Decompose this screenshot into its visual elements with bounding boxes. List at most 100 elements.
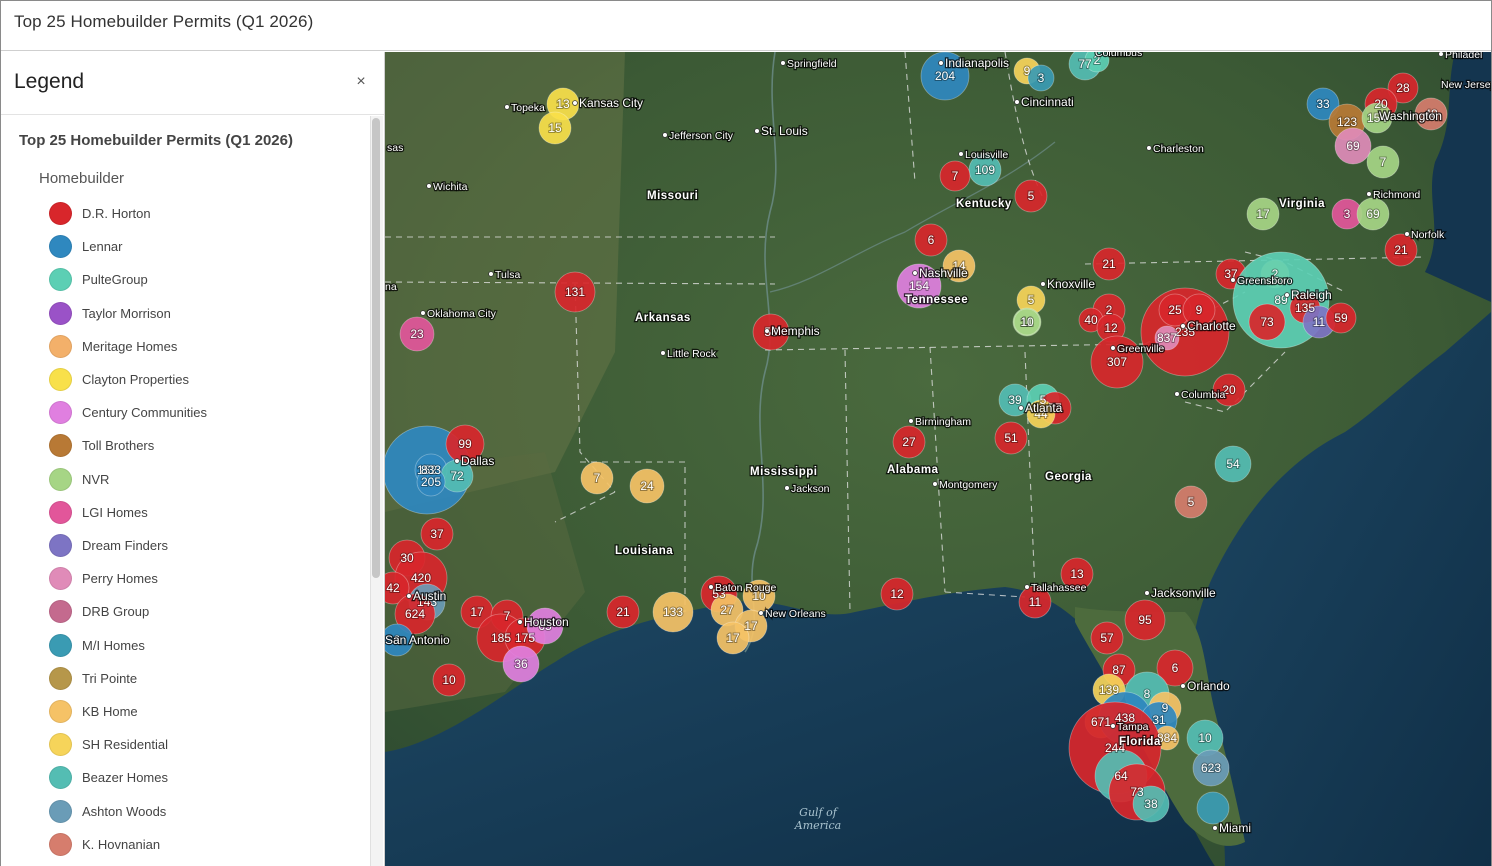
city-dot (1284, 292, 1290, 298)
map-view[interactable]: Gulf of America 204 9 3 77 2 13 15 28 33 20 123 154… (385, 52, 1491, 866)
city-dot (958, 151, 964, 157)
city-dot (932, 481, 938, 487)
permit-bubble-label: 69 (1366, 207, 1380, 221)
permit-bubble-label: 7 (504, 609, 511, 623)
place-label: Wichita (433, 181, 468, 193)
permit-bubble-label: 31 (1152, 713, 1166, 727)
legend-swatch-icon (49, 633, 72, 657)
legend-item-label: Toll Brothers (82, 438, 155, 454)
permit-bubble-label: 39 (1008, 393, 1022, 407)
legend-item-label: DRB Group (82, 604, 150, 620)
permit-bubble[interactable] (1196, 791, 1230, 825)
city-dot (572, 100, 578, 106)
legend-scroll-thumb[interactable] (372, 118, 380, 578)
place-label: Charleston (1153, 143, 1204, 155)
permit-bubble-label: 623 (1201, 761, 1221, 775)
legend-item: Perry Homes (49, 566, 349, 592)
place-label: San Antonio (385, 633, 450, 647)
permit-bubble-label: 21 (1102, 257, 1116, 271)
legend-swatch-icon (49, 301, 72, 325)
close-icon[interactable]: × (351, 72, 371, 92)
permit-bubble-label: 33 (1316, 97, 1330, 111)
legend-item: Dream Finders (49, 533, 349, 559)
permit-bubble-label: 133 (663, 605, 683, 619)
legend-item: Tri Pointe (49, 666, 349, 692)
legend-item: PulteGroup (49, 267, 349, 293)
legend-item-label: Lennar (82, 239, 123, 255)
place-label: Columbus (1095, 52, 1142, 59)
permit-bubble-label: 9 (1024, 64, 1031, 78)
city-dot (758, 610, 764, 616)
permit-bubble-label: 3 (1344, 207, 1351, 221)
permit-bubble-label: 671 (1091, 715, 1111, 729)
place-label: Birmingham (915, 416, 971, 428)
permit-bubble-label: 25 (1168, 303, 1182, 317)
legend-item: Clayton Properties (49, 367, 349, 393)
legend-swatch-icon (49, 434, 72, 458)
permit-bubble-label: 139 (1099, 683, 1119, 697)
permit-bubble-label: 73 (1260, 315, 1274, 329)
legend-item: D.R. Horton (49, 201, 349, 227)
permit-bubble-label: 21 (1394, 243, 1408, 257)
legend-item-label: Dream Finders (82, 538, 168, 553)
permit-bubble-label: 131 (565, 285, 585, 299)
city-dot (1230, 277, 1236, 283)
permit-bubble-label: 28 (1396, 81, 1410, 95)
city-dot (1110, 723, 1116, 729)
place-label: Jacksonville (1151, 586, 1216, 600)
legend-item-label: Beazer Homes (82, 770, 168, 786)
place-label: Cincinnati (1021, 95, 1074, 109)
permit-bubble-label: 10 (1198, 731, 1212, 745)
place-label: Memphis (771, 324, 820, 338)
place-label: Greenville (1117, 343, 1164, 355)
permit-bubble-label: 17 (470, 605, 484, 619)
legend-swatch-icon (49, 600, 72, 624)
place-label: Jefferson City (669, 130, 734, 142)
city-dot (1438, 52, 1444, 57)
permit-bubble-label: 13 (556, 97, 570, 111)
permit-bubble-label: 8 (1144, 687, 1151, 701)
place-label: Norfolk (1411, 229, 1445, 241)
legend-swatch-icon (49, 467, 72, 491)
legend-swatch-icon (49, 766, 72, 790)
permit-bubble-label: 123 (1337, 115, 1357, 129)
legend-swatch-icon (49, 368, 72, 391)
place-label: Orlando (1187, 679, 1230, 693)
legend-panel: Legend × Top 25 Homebuilder Permits (Q1 … (1, 52, 385, 866)
permit-bubble-label: 5 (1188, 495, 1195, 509)
legend-item-label: D.R. Horton (82, 206, 151, 221)
place-label: Tulsa (495, 269, 520, 281)
place-label: Topeka (511, 102, 545, 114)
city-dot (784, 485, 790, 491)
legend-swatch-icon (49, 700, 72, 723)
permit-bubble-label: 10 (1020, 315, 1034, 329)
permit-bubble-label: 38 (1144, 797, 1158, 811)
place-label: Louisville (965, 149, 1008, 161)
legend-item: SH Residential (49, 732, 349, 758)
legend-swatch-icon (49, 500, 72, 524)
city-dot (1014, 99, 1020, 105)
city-dot (406, 593, 412, 599)
legend-item-label: Perry Homes (82, 571, 158, 587)
legend-item: LGI Homes (49, 500, 349, 526)
place-label: Dallas (461, 454, 494, 468)
place-label: Atlanta (1025, 401, 1063, 415)
city-dot (708, 584, 714, 590)
water-label-gulf-1: Gulf of (799, 806, 839, 819)
permit-bubble-label: 57 (1100, 631, 1114, 645)
legend-item: Toll Brothers (49, 433, 349, 459)
permit-bubble-label: 23 (410, 327, 424, 341)
legend-item-label: SH Residential (82, 737, 168, 753)
legend-item-label: NVR (82, 471, 110, 487)
place-label: Georgia (1045, 471, 1092, 483)
city-dot (662, 132, 668, 138)
permit-bubble-label: 69 (1346, 139, 1360, 153)
legend-item-label: LGI Homes (82, 504, 148, 520)
place-label: Alabama (887, 464, 939, 476)
place-label: Tallahassee (1031, 582, 1087, 594)
place-label: sas (387, 142, 403, 154)
map-canvas[interactable]: Gulf of America 204 9 377 213152833 20123 154… (385, 52, 1491, 866)
legend-item: Taylor Morrison (49, 301, 349, 327)
city-dot (1024, 584, 1030, 590)
permit-bubble-label: 7 (1380, 155, 1387, 169)
